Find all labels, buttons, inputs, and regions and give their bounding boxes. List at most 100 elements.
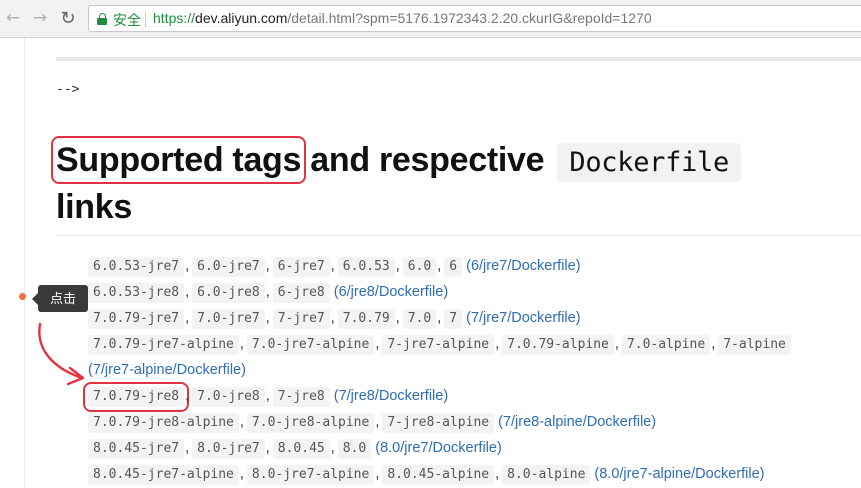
tag-code[interactable]: 7-jre8-alpine: [382, 413, 495, 433]
tag-separator: ,: [185, 258, 190, 274]
tag-row: 8.0.45-jre7-alpine, 8.0-jre7-alpine, 8.0.4…: [88, 463, 861, 488]
tag-code[interactable]: 7.0.79-jre7-alpine: [88, 335, 239, 355]
tag-code[interactable]: 7.0-jre7: [192, 309, 265, 329]
tag-code[interactable]: 7-jre7-alpine: [382, 335, 495, 355]
tag-code[interactable]: 6.0.53-jre7: [88, 257, 185, 277]
browser-toolbar: ← → ↻ 安全 https://dev.aliyun.com/detail.h…: [0, 0, 861, 38]
page-heading: Supported tags and respective Dockerfile…: [50, 136, 846, 229]
tag-code[interactable]: 8.0.45-jre7: [88, 439, 185, 459]
tag-separator: ,: [265, 258, 270, 274]
tag-separator: ,: [265, 284, 270, 300]
tag-code[interactable]: 6.0-jre7: [192, 257, 265, 277]
tag-code[interactable]: 7.0-jre7-alpine: [246, 335, 375, 355]
tag-row: 7.0.79-jre7-alpine, 7.0-jre7-alpine, 7-jre…: [88, 333, 861, 359]
tag-list: 6.0.53-jre7, 6.0-jre7, 6-jre7, 6.0.53, 6.0, 6…: [82, 255, 861, 488]
dockerfile-link[interactable]: (8.0/jre7/Dockerfile): [375, 440, 502, 456]
forward-arrow-icon[interactable]: →: [29, 7, 51, 29]
tag-separator: ,: [614, 336, 619, 352]
tag-separator: ,: [375, 466, 380, 482]
tag-separator: ,: [330, 310, 335, 326]
tag-code[interactable]: 6-jre7: [272, 257, 330, 277]
tag-separator: ,: [265, 440, 270, 456]
address-bar[interactable]: 安全 https://dev.aliyun.com/detail.html?sp…: [88, 5, 861, 32]
tag-code[interactable]: 7.0-alpine: [621, 335, 711, 355]
tag-code[interactable]: 6.0: [402, 257, 437, 277]
tag-code[interactable]: 6.0-jre8: [192, 283, 265, 303]
tag-separator: ,: [711, 336, 716, 352]
tag-separator: ,: [239, 466, 244, 482]
dockerfile-link[interactable]: (6/jre8/Dockerfile): [334, 284, 448, 300]
tag-code[interactable]: 8.0-jre7-alpine: [246, 465, 375, 485]
click-tooltip: 点击: [32, 285, 88, 312]
dockerfile-link[interactable]: (8.0/jre7-alpine/Dockerfile): [594, 466, 764, 482]
tag-code[interactable]: 7: [444, 309, 463, 329]
tag-separator: ,: [265, 310, 270, 326]
gutter-line: [24, 38, 25, 488]
tag-separator: ,: [395, 310, 400, 326]
heading-text: and respective: [310, 141, 545, 179]
tag-code[interactable]: 6.0.53: [337, 257, 395, 277]
tag-separator: ,: [185, 388, 190, 404]
heading-text-line2: links: [56, 188, 132, 226]
tag-code[interactable]: 7.0-jre8-alpine: [246, 413, 375, 433]
tag-separator: ,: [239, 414, 244, 430]
secure-label: 安全: [113, 12, 141, 28]
tag-separator: ,: [375, 414, 380, 430]
tag-separator: ,: [239, 336, 244, 352]
tag-code[interactable]: 6.0.53-jre8: [88, 283, 185, 303]
tag-code[interactable]: 6-jre8: [272, 283, 330, 303]
dockerfile-link[interactable]: (7/jre8-alpine/Dockerfile): [498, 414, 656, 430]
tag-code[interactable]: 7.0.79-alpine: [502, 335, 614, 355]
tag-code[interactable]: 8.0.45: [272, 439, 330, 459]
tag-code[interactable]: 8.0-jre7: [192, 439, 265, 459]
horizontal-rule: [56, 57, 861, 61]
tag-separator: ,: [185, 310, 190, 326]
tag-code[interactable]: 8.0-alpine: [502, 465, 591, 485]
tag-separator: ,: [330, 440, 335, 456]
tag-code[interactable]: 7-jre7: [272, 309, 330, 329]
dockerfile-link[interactable]: (7/jre7/Dockerfile): [466, 310, 580, 326]
dockerfile-link[interactable]: (7/jre8/Dockerfile): [334, 388, 448, 404]
tag-row: 7.0.79-jre8-alpine, 7.0-jre8-alpine, 7-jre…: [88, 411, 861, 437]
comment-end-text: -->: [56, 82, 80, 97]
tag-code[interactable]: 7-jre8: [272, 387, 330, 407]
dockerfile-link[interactable]: (6/jre7/Dockerfile): [466, 258, 580, 274]
tag-code[interactable]: 7-alpine: [718, 335, 791, 355]
url-text[interactable]: https://dev.aliyun.com/detail.html?spm=5…: [153, 10, 652, 26]
tag-row: 6.0.53-jre7, 6.0-jre7, 6-jre7, 6.0.53, 6.0, 6…: [88, 255, 861, 281]
annotation-arrow-icon: [38, 322, 85, 386]
tag-separator: ,: [495, 466, 500, 482]
heading-highlighted-text: Supported tags: [50, 136, 307, 184]
url-host: dev.aliyun.com: [195, 10, 288, 26]
tag-code[interactable]: 7.0.79-jre7: [88, 309, 185, 329]
tag-code[interactable]: 8.0: [337, 439, 372, 459]
dockerfile-link[interactable]: (7/jre7-alpine/Dockerfile): [88, 362, 246, 378]
tag-code[interactable]: 6: [444, 257, 463, 277]
back-arrow-icon[interactable]: ←: [2, 7, 24, 29]
click-marker-dot: [19, 293, 26, 300]
tag-code[interactable]: 7.0.79-jre8-alpine: [88, 413, 239, 433]
tag-row: 7.0.79-jre7, 7.0-jre7, 7-jre7, 7.0.79, 7.0, 7…: [88, 307, 861, 333]
tag-separator: ,: [495, 336, 500, 352]
omnibox-separator: [145, 12, 146, 27]
tag-row: 8.0.45-jre7, 8.0-jre7, 8.0.45, 8.0 (8.0/jre7…: [88, 437, 861, 463]
tag-code[interactable]: 7.0: [402, 309, 437, 329]
tag-code[interactable]: 7.0.79-jre8: [82, 382, 190, 412]
tag-separator: ,: [330, 258, 335, 274]
tag-separator: ,: [437, 310, 442, 326]
tag-separator: ,: [265, 388, 270, 404]
lock-icon: [97, 13, 107, 25]
tag-code[interactable]: 7.0.79: [337, 309, 395, 329]
tag-row: 7.0.79-jre8, 7.0-jre8, 7-jre8 (7/jre8/Docke…: [82, 382, 861, 412]
url-scheme: https://: [153, 10, 196, 26]
tag-row-continuation: (7/jre7-alpine/Dockerfile): [88, 359, 861, 385]
tag-code[interactable]: 8.0.45-jre7-alpine: [88, 465, 239, 485]
tag-code[interactable]: 7.0-jre8: [192, 387, 265, 407]
tag-code[interactable]: 8.0.45-alpine: [382, 465, 495, 485]
tag-row: 6.0.53-jre8, 6.0-jre8, 6-jre8 (6/jre8/Docke…: [88, 281, 861, 307]
url-path: /detail.html?spm=5176.1972343.2.20.ckurI…: [287, 10, 652, 26]
tag-separator: ,: [185, 440, 190, 456]
heading-underline: [56, 235, 861, 236]
reload-icon[interactable]: ↻: [57, 7, 79, 29]
heading-code: Dockerfile: [557, 143, 741, 182]
